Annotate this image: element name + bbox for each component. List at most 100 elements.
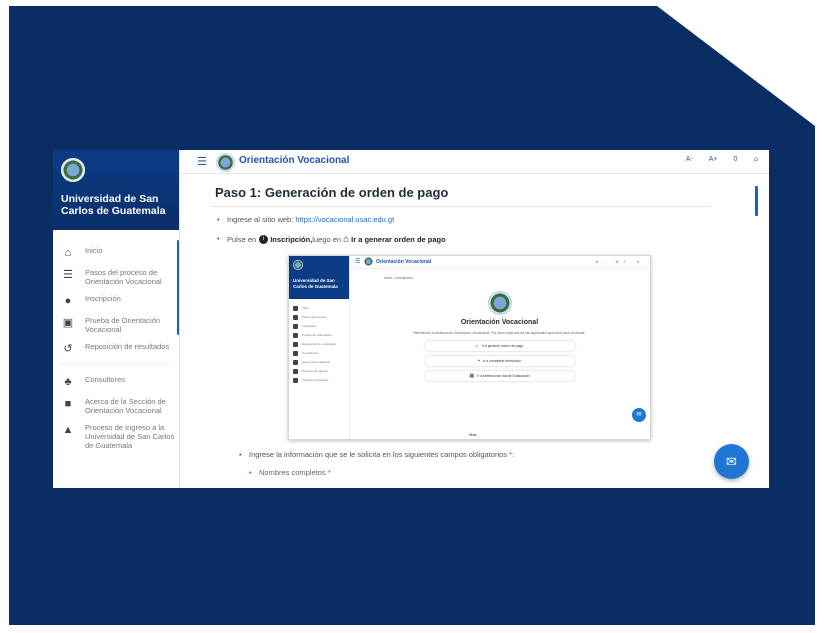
embedded-nav: Inicio Pasos del proceso Inscripción Pru…: [289, 304, 347, 385]
sidebar-item-inscripcion[interactable]: ● Inscripción: [53, 290, 175, 312]
embedded-button-orden: ⌂ Ir a generar orden de pago: [424, 341, 575, 351]
list-item-website: Ingrese al sitio web: https://vocacional…: [215, 215, 753, 224]
book-icon: ■: [64, 398, 72, 410]
field-label: Nombres completos: [259, 468, 328, 477]
main-content: Paso 1: Generación de orden de pago Ingr…: [193, 180, 753, 245]
bullet-text: Ingrese la información que se le solicit…: [249, 450, 510, 459]
sidebar-item-label: Acerca de la Sección de Orientación Voca…: [85, 397, 166, 415]
embedded-nav-label: Reposición de resultados: [302, 342, 336, 346]
calendar-icon: ▦: [469, 373, 475, 379]
embedded-sidebar: Universidad de San Carlos de Guatemala I…: [289, 256, 350, 439]
embedded-main: Orientación Vocacional Bienvenido al sis…: [349, 291, 650, 381]
sidebar-item-label: Inscripción: [85, 294, 121, 303]
search-icon[interactable]: ⌕: [753, 155, 759, 165]
info-icon: i: [259, 235, 269, 244]
embedded-topbar-logo: [364, 257, 373, 266]
sidebar-item-consultores[interactable]: ♣ Consultores: [53, 371, 175, 393]
embedded-breadcrumb: Inicio > Inscripción: [384, 276, 413, 280]
page-title[interactable]: Orientación Vocacional: [239, 155, 349, 166]
clipboard-icon: ▣: [62, 317, 74, 329]
inscripcion-label: Inscripción,: [270, 235, 313, 244]
sidebar-item-label: Consultores: [85, 375, 126, 384]
embedded-more: Más: [469, 432, 477, 437]
sidebar-nav: ⌂ Inicio ☰ Pasos del proceso de Orientac…: [53, 242, 175, 454]
sidebar-item-reposicion[interactable]: ↺ Reposición de resultados: [53, 338, 175, 360]
home-icon: ⌂: [64, 247, 72, 259]
chat-icon: ✉: [726, 454, 737, 469]
bullet-text: Pulse en: [227, 235, 257, 244]
menu-icon[interactable]: ☰: [197, 155, 207, 168]
embedded-paragraph: Bienvenido al sistema de Orientación Voc…: [413, 331, 586, 335]
embedded-nav-label: Pasos del proceso: [302, 315, 327, 319]
embedded-button-label: Ir a generar orden de pago: [481, 344, 524, 348]
document-icon: ▪: [478, 358, 480, 364]
bank-icon: ⌂: [343, 234, 350, 245]
topbar-logo[interactable]: [216, 153, 235, 172]
list-item-ingrese-info: Ingrese la información que se le solicit…: [237, 450, 514, 459]
graduation-cap-icon: ▲: [62, 424, 74, 436]
embedded-nav-item: Pasos del proceso: [289, 313, 347, 322]
sidebar-item-label: Inicio: [85, 246, 103, 255]
embedded-topbar-title: Orientación Vocacional: [376, 259, 432, 265]
content-scrollbar[interactable]: [755, 186, 758, 216]
group-icon: ♣: [64, 376, 72, 388]
bank-icon: ⌂: [475, 343, 479, 349]
bullet-text: luego en: [312, 235, 342, 244]
sidebar-item-label: Reposición de resultados: [85, 342, 170, 351]
sidebar-item-inicio[interactable]: ⌂ Inicio: [53, 242, 175, 264]
sidebar-title: Universidad de San Carlos de Guatemala: [61, 193, 166, 217]
sidebar-item-acerca[interactable]: ■ Acerca de la Sección de Orientación Vo…: [53, 393, 175, 419]
embedded-main-logo: [487, 291, 512, 315]
embedded-topbar-actions: A- A+ 0: [595, 259, 644, 264]
embedded-button-label: Ir a completar formulario: [482, 359, 521, 363]
sidebar-item-label: Pasos del proceso de Orientación Vocacio…: [85, 268, 162, 286]
embedded-nav-label: Inicio: [302, 306, 310, 310]
font-increase-button[interactable]: A+: [709, 156, 718, 164]
embedded-chat-icon: ✉: [632, 408, 646, 422]
embedded-menu-icon: ☰: [355, 259, 361, 265]
embedded-nav-label: Inscripción: [302, 324, 317, 328]
generar-orden-label: Ir a generar orden de pago: [351, 235, 446, 244]
sidebar-divider: [59, 364, 169, 371]
embedded-nav-item: Acerca de la Sección: [289, 358, 347, 367]
font-decrease-button[interactable]: A-: [686, 156, 693, 164]
embedded-nav-label: Proceso de Ingreso: [302, 369, 329, 373]
embedded-topbar: ☰ Orientación Vocacional A- A+ 0: [349, 256, 650, 269]
sidebar-item-pasos[interactable]: ☰ Pasos del proceso de Orientación Vocac…: [53, 264, 175, 290]
embedded-nav-label: Prueba de Orientación: [302, 333, 333, 337]
slide-stage: Universidad de San Carlos de Guatemala ⌂…: [0, 0, 824, 633]
heading-divider: [211, 206, 711, 207]
list-item-pulse: Pulse en i Inscripción, luego en ⌂ Ir a …: [215, 234, 753, 245]
bullet-text: Ingrese al sitio web:: [227, 215, 296, 224]
embedded-nav-item: Fechas importantes: [289, 376, 347, 385]
embedded-nav-item: Inscripción: [289, 322, 347, 331]
embedded-screenshot: Universidad de San Carlos de Guatemala I…: [288, 255, 651, 440]
info-icon: ●: [64, 295, 72, 307]
app-screenshot: Universidad de San Carlos de Guatemala ⌂…: [53, 150, 769, 488]
embedded-button-label: Ir a seleccionar día de Evaluación: [477, 374, 530, 378]
embedded-nav-item: Inicio: [289, 304, 347, 313]
embedded-nav-label: Fechas importantes: [302, 378, 329, 382]
website-link[interactable]: https://vocacional.usac.edu.gt: [295, 215, 394, 224]
history-icon: ↺: [63, 343, 73, 355]
list-icon: ☰: [63, 269, 73, 281]
font-reset-button[interactable]: 0: [733, 156, 737, 164]
embedded-nav-item: Reposición de resultados: [289, 340, 347, 349]
topbar-actions: A- A+ 0 ⌕: [686, 155, 759, 165]
embedded-nav-item: Consultores: [289, 349, 347, 358]
embedded-button-evaluacion: ▦ Ir a seleccionar día de Evaluación: [424, 371, 575, 381]
embedded-sidebar-header: Universidad de San Carlos de Guatemala: [289, 256, 349, 299]
embedded-nav-label: Consultores: [302, 351, 319, 355]
sidebar-header: Universidad de San Carlos de Guatemala: [53, 150, 179, 230]
list-item-nombres: Nombres completos *: [249, 468, 331, 477]
sidebar-scrollbar[interactable]: [177, 240, 179, 335]
required-marker: *:: [509, 450, 515, 459]
step-heading: Paso 1: Generación de orden de pago: [215, 185, 449, 200]
university-logo[interactable]: [61, 158, 85, 182]
chat-button[interactable]: ✉: [714, 444, 749, 479]
sidebar-item-prueba[interactable]: ▣ Prueba de Orientación Vocacional: [53, 312, 175, 338]
embedded-button-formulario: ▪ Ir a completar formulario: [424, 356, 575, 366]
embedded-nav-item: Prueba de Orientación: [289, 331, 347, 340]
embedded-logo: [293, 260, 303, 270]
sidebar-item-proceso-ingreso[interactable]: ▲ Proceso de Ingreso a la Universidad de…: [53, 419, 175, 454]
